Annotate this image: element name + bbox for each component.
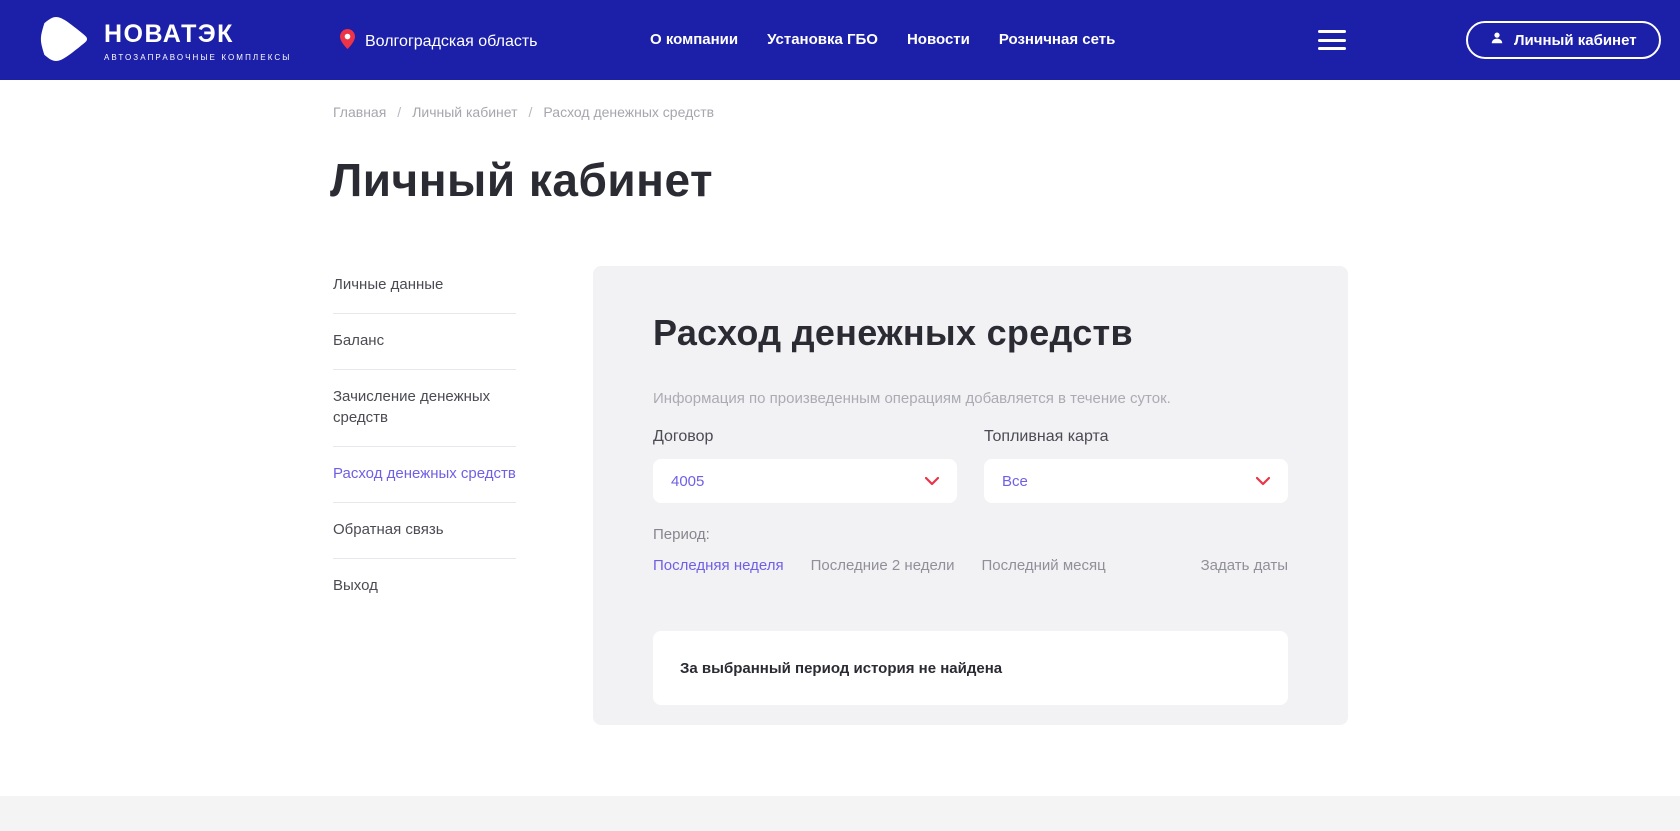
contract-field: Договор 4005 xyxy=(653,428,957,503)
contract-select[interactable]: 4005 xyxy=(653,459,957,503)
empty-state-message: За выбранный период история не найдена xyxy=(680,659,1003,677)
period-option-set-dates[interactable]: Задать даты xyxy=(1201,557,1288,574)
contract-label: Договор xyxy=(653,428,714,445)
page: НОВАТЭК АВТОЗАПРАВОЧНЫЕ КОМПЛЕКСЫ Волгог… xyxy=(0,0,1680,831)
logo-mark-icon xyxy=(36,11,92,72)
logo-subtitle: АВТОЗАПРАВОЧНЫЕ КОМПЛЕКСЫ xyxy=(104,52,292,62)
fuel-card-label: Топливная карта xyxy=(984,428,1109,445)
period-label: Период: xyxy=(653,526,710,543)
breadcrumb-link-home[interactable]: Главная xyxy=(333,104,386,120)
sidebar-item-deposits[interactable]: Зачисление денежных средств xyxy=(333,370,516,447)
account-button[interactable]: Личный кабинет xyxy=(1466,21,1661,59)
sidebar-item-feedback[interactable]: Обратная связь xyxy=(333,503,516,559)
chevron-down-icon xyxy=(925,476,939,486)
sidebar-item-personal-data[interactable]: Личные данные xyxy=(333,258,516,314)
expenses-panel: Расход денежных средств Информация по пр… xyxy=(593,266,1348,725)
breadcrumb-separator: / xyxy=(528,104,533,120)
menu-icon[interactable] xyxy=(1318,30,1346,50)
fuel-card-field: Топливная карта Все xyxy=(984,428,1288,503)
logo[interactable]: НОВАТЭК АВТОЗАПРАВОЧНЫЕ КОМПЛЕКСЫ xyxy=(36,11,291,72)
nav-item-gbo-install[interactable]: Установка ГБО xyxy=(767,31,878,48)
page-title: Личный кабинет xyxy=(330,154,713,206)
sidebar-item-balance[interactable]: Баланс xyxy=(333,314,516,370)
fuel-card-select[interactable]: Все xyxy=(984,459,1288,503)
location-pin-icon xyxy=(340,29,355,54)
logo-text: НОВАТЭК АВТОЗАПРАВОЧНЫЕ КОМПЛЕКСЫ xyxy=(104,21,291,62)
nav-item-about[interactable]: О компании xyxy=(650,31,738,48)
period-options: Последняя неделя Последние 2 недели Посл… xyxy=(653,557,1288,574)
nav-item-news[interactable]: Новости xyxy=(907,31,970,48)
region-label: Волгоградская область xyxy=(365,32,538,50)
contract-value: 4005 xyxy=(671,472,705,490)
breadcrumb-link-account[interactable]: Личный кабинет xyxy=(412,104,517,120)
main-nav: О компании Установка ГБО Новости Розничн… xyxy=(650,31,1115,48)
fuel-card-value: Все xyxy=(1002,472,1028,490)
period-option-last-2-weeks[interactable]: Последние 2 недели xyxy=(811,557,955,574)
empty-state: За выбранный период история не найдена xyxy=(653,631,1288,705)
logo-title: НОВАТЭК xyxy=(104,20,234,49)
chevron-down-icon xyxy=(1256,476,1270,486)
region-selector[interactable]: Волгоградская область xyxy=(340,29,538,54)
sidebar-item-logout[interactable]: Выход xyxy=(333,559,516,614)
sidebar: Личные данные Баланс Зачисление денежных… xyxy=(333,258,516,614)
period-option-last-month[interactable]: Последний месяц xyxy=(981,557,1105,574)
nav-item-retail-network[interactable]: Розничная сеть xyxy=(999,31,1115,48)
breadcrumb-separator: / xyxy=(397,104,402,120)
filters: Договор 4005 Топливная карта Все xyxy=(653,428,1288,503)
breadcrumb: Главная / Личный кабинет / Расход денежн… xyxy=(333,104,714,120)
user-icon xyxy=(1490,31,1504,49)
panel-note: Информация по произведенным операциям до… xyxy=(653,390,1171,407)
header: НОВАТЭК АВТОЗАПРАВОЧНЫЕ КОМПЛЕКСЫ Волгог… xyxy=(0,0,1680,80)
panel-title: Расход денежных средств xyxy=(653,312,1133,353)
sidebar-item-expenses[interactable]: Расход денежных средств xyxy=(333,447,516,503)
period-option-last-week[interactable]: Последняя неделя xyxy=(653,557,784,574)
breadcrumb-current: Расход денежных средств xyxy=(543,104,715,120)
account-button-label: Личный кабинет xyxy=(1514,31,1637,49)
footer xyxy=(0,796,1680,831)
